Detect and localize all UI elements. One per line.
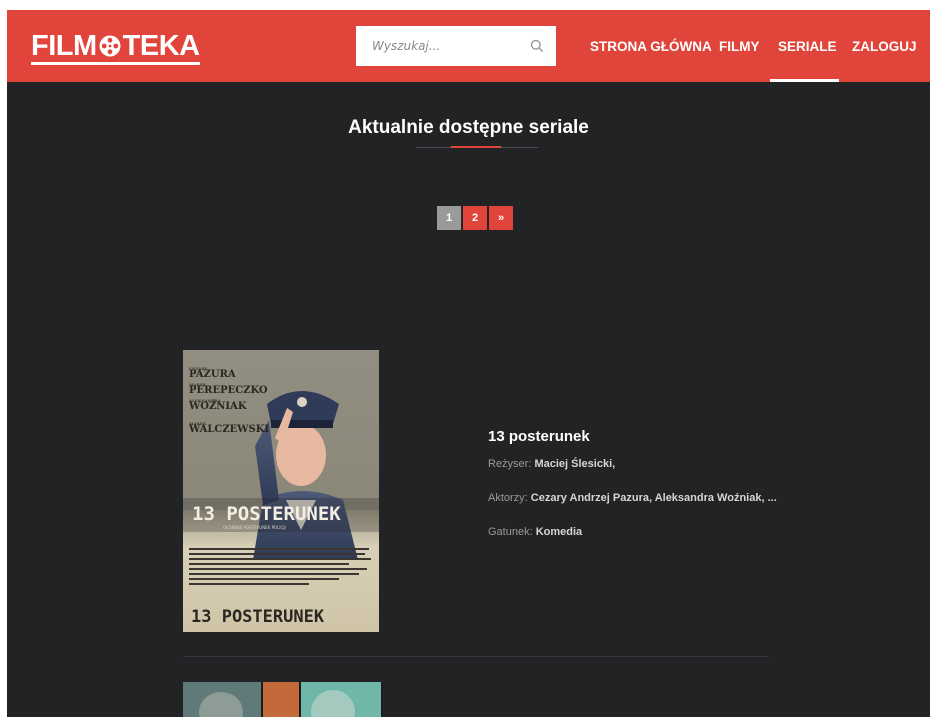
title-accent <box>451 146 501 148</box>
search-box <box>356 26 556 66</box>
site-logo[interactable]: FILM TEKA <box>31 29 200 65</box>
logo-text-part2: TEKA <box>122 29 200 62</box>
series-actors: Aktorzy: Cezary Andrzej Pazura, Aleksand… <box>488 492 777 504</box>
poster-artwork: CEZARY PAZURA MAREK PEREPECZKO ALEKSANDR… <box>183 350 379 632</box>
search-input[interactable] <box>356 26 516 66</box>
pagination: 1 2 » <box>437 206 513 230</box>
director-value: Maciej Ślesicki, <box>534 458 616 470</box>
series-poster[interactable]: CEZARY PAZURA MAREK PEREPECZKO ALEKSANDR… <box>183 350 379 632</box>
actors-value: Cezary Andrzej Pazura, Aleksandra Woźnia… <box>530 492 777 504</box>
series-info: 13 posterunek Reżyser: Maciej Ślesicki, … <box>488 428 777 538</box>
series-director: Reżyser: Maciej Ślesicki, <box>488 458 615 470</box>
director-label: Reżyser: <box>488 458 532 470</box>
nav-strona-glowna[interactable]: STRONA GŁÓWNA <box>590 39 712 54</box>
next-series-poster[interactable] <box>183 682 383 717</box>
next-page-button[interactable]: » <box>489 206 513 230</box>
page-1-button[interactable]: 1 <box>437 206 461 230</box>
site-header: FILM TEKA STRONA GŁÓWNA FILMY SERIALE ZA… <box>7 10 930 82</box>
poster-cast-line: PAZURA <box>189 369 236 380</box>
film-reel-icon <box>99 35 121 56</box>
poster-cast-line: PEREPECZKO <box>189 385 268 396</box>
poster-cast-line: WOŹNIAK <box>188 400 247 412</box>
poster-title: 13 POSTERUNEK <box>192 503 341 525</box>
genre-label: Gatunek: <box>488 526 533 538</box>
actors-label: Aktorzy: <box>488 492 528 504</box>
logo-text-part1: FILM <box>31 29 97 62</box>
list-divider <box>183 656 769 657</box>
nav-zaloguj[interactable]: ZALOGUJ <box>852 39 917 54</box>
nav-seriale[interactable]: SERIALE <box>778 39 837 54</box>
series-genre: Gatunek: Komedia <box>488 526 582 538</box>
page-2-button[interactable]: 2 <box>463 206 487 230</box>
page: FILM TEKA STRONA GŁÓWNA FILMY SERIALE ZA… <box>7 10 930 717</box>
nav-active-indicator <box>770 79 839 82</box>
nav-filmy[interactable]: FILMY <box>719 39 760 54</box>
next-poster-artwork <box>183 682 381 717</box>
search-icon[interactable] <box>530 39 544 53</box>
poster-stamp-title: 13 POSTERUNEK <box>191 607 325 627</box>
poster-subtitle: GŁÓWNIE POSTERUNEK POLICJI <box>223 525 286 530</box>
poster-cast-line: WALCZEWSKI <box>188 424 269 435</box>
genre-value: Komedia <box>535 526 583 538</box>
page-title: Aktualnie dostępne seriale <box>348 117 589 138</box>
series-title[interactable]: 13 posterunek <box>488 428 590 445</box>
